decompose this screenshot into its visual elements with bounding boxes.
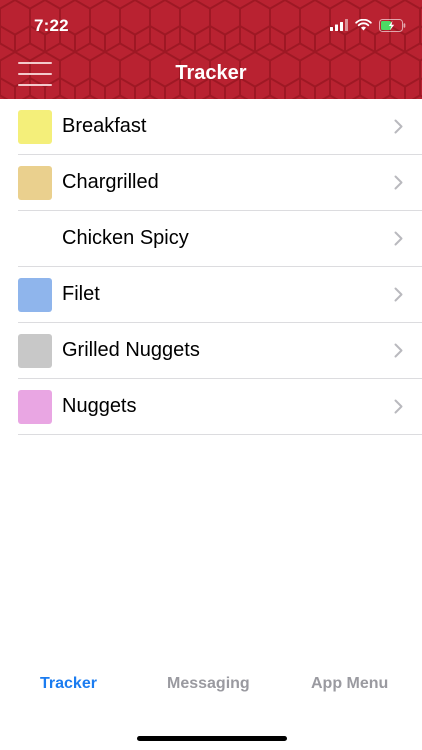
list-item-label: Grilled Nuggets <box>62 339 200 361</box>
list-item-chargrilled[interactable]: Chargrilled <box>0 155 422 211</box>
color-swatch <box>18 278 52 312</box>
tab-tracker[interactable]: Tracker <box>40 675 97 693</box>
list-item-filet[interactable]: Filet <box>0 267 422 323</box>
list-item-label: Chargrilled <box>62 171 159 193</box>
list-item-label: Filet <box>62 283 100 305</box>
page-title: Tracker <box>175 62 247 84</box>
color-swatch <box>18 110 52 144</box>
list-item-grilled-nuggets[interactable]: Grilled Nuggets <box>0 323 422 379</box>
chevron-right-icon <box>394 343 403 358</box>
signal-icon <box>330 19 348 31</box>
color-swatch <box>18 334 52 368</box>
tab-bar: Tracker Messaging App Menu <box>0 665 422 705</box>
divider <box>18 434 422 435</box>
color-swatch <box>18 390 52 424</box>
list-item-label: Chicken Spicy <box>62 227 189 249</box>
tab-messaging[interactable]: Messaging <box>167 675 250 693</box>
tab-app-menu[interactable]: App Menu <box>311 675 388 693</box>
status-icons <box>330 18 406 32</box>
battery-charging-icon <box>379 18 406 32</box>
header: 7:22 Tracker <box>0 0 422 99</box>
list-item-label: Breakfast <box>62 115 147 137</box>
chevron-right-icon <box>394 231 403 246</box>
nav-bar: Tracker <box>0 50 422 99</box>
tracker-list: Breakfast Chargrilled Chicken Spicy File… <box>0 99 422 435</box>
list-item-label: Nuggets <box>62 395 137 417</box>
list-item-chicken-spicy[interactable]: Chicken Spicy <box>0 211 422 267</box>
status-time: 7:22 <box>34 16 69 35</box>
list-item-breakfast[interactable]: Breakfast <box>0 99 422 155</box>
color-swatch <box>18 222 52 256</box>
list-item-nuggets[interactable]: Nuggets <box>0 379 422 435</box>
chevron-right-icon <box>394 175 403 190</box>
chevron-right-icon <box>394 119 403 134</box>
wifi-icon <box>355 19 372 31</box>
tracker-screen: 7:22 Tracker Breakfast Chargrilled Chick… <box>0 0 422 750</box>
home-indicator[interactable] <box>137 736 287 741</box>
chevron-right-icon <box>394 399 403 414</box>
chevron-right-icon <box>394 287 403 302</box>
color-swatch <box>18 166 52 200</box>
status-bar: 7:22 <box>0 0 422 50</box>
